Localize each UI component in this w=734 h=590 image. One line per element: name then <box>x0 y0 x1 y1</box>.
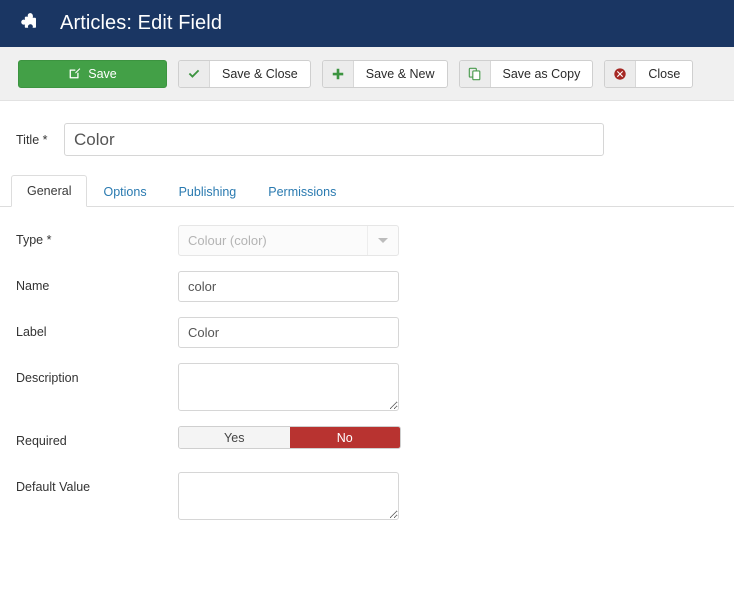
plus-icon <box>322 60 354 87</box>
chevron-down-icon <box>367 226 398 255</box>
tab-publishing[interactable]: Publishing <box>163 176 253 207</box>
page-header: Articles: Edit Field <box>0 0 734 47</box>
required-toggle-no[interactable]: No <box>289 427 400 448</box>
check-icon <box>179 60 210 87</box>
field-row-default-value: Default Value <box>0 472 734 520</box>
tab-permissions[interactable]: Permissions <box>252 176 352 207</box>
default-value-label: Default Value <box>16 480 91 494</box>
label-input[interactable] <box>178 317 399 348</box>
pencil-square-icon <box>69 68 81 79</box>
copy-icon <box>459 60 491 87</box>
title-label: Title * <box>16 132 48 147</box>
required-toggle[interactable]: Yes No <box>178 426 401 449</box>
field-row-description: Description <box>0 363 734 411</box>
title-input[interactable] <box>64 123 604 156</box>
field-row-type: Type * Colour (color) <box>0 225 734 256</box>
description-textarea[interactable] <box>178 363 399 411</box>
puzzle-piece-icon <box>21 12 36 28</box>
field-row-label: Label <box>0 317 734 348</box>
field-row-required: Required Yes No <box>0 426 734 457</box>
close-button[interactable]: Close <box>604 59 694 88</box>
name-label: Name <box>16 279 50 293</box>
name-input[interactable] <box>178 271 399 302</box>
save-and-close-label: Save & Close <box>222 66 298 81</box>
save-as-copy-label: Save as Copy <box>502 66 581 81</box>
close-circle-icon <box>605 60 637 87</box>
description-label: Description <box>16 371 79 385</box>
tab-options[interactable]: Options <box>87 176 162 207</box>
save-and-new-label: Save & New <box>365 66 435 81</box>
default-value-textarea[interactable] <box>178 472 399 520</box>
label-label: Label <box>16 325 47 339</box>
tab-general[interactable]: General <box>11 175 88 207</box>
save-button[interactable]: Save <box>18 59 167 88</box>
type-label: Type * <box>16 233 52 247</box>
field-row-name: Name <box>0 271 734 302</box>
general-tab-panel: Type * Colour (color) Name Label Descrip… <box>0 207 734 520</box>
save-and-new-button[interactable]: Save & New <box>321 59 448 88</box>
save-and-close-button[interactable]: Save & Close <box>178 59 311 88</box>
required-toggle-yes[interactable]: Yes <box>179 427 290 448</box>
type-select[interactable]: Colour (color) <box>178 225 399 256</box>
title-row: Title * <box>0 101 734 156</box>
page-title: Articles: Edit Field <box>60 12 223 34</box>
tab-bar: General Options Publishing Permissions <box>0 175 734 207</box>
type-select-value: Colour (color) <box>188 233 267 248</box>
save-button-label: Save <box>88 66 117 81</box>
required-label: Required <box>16 434 67 448</box>
save-as-copy-button[interactable]: Save as Copy <box>458 59 594 88</box>
close-button-label: Close <box>648 66 681 81</box>
toolbar: Save Save & Close Save & New Save as Cop… <box>0 47 734 101</box>
